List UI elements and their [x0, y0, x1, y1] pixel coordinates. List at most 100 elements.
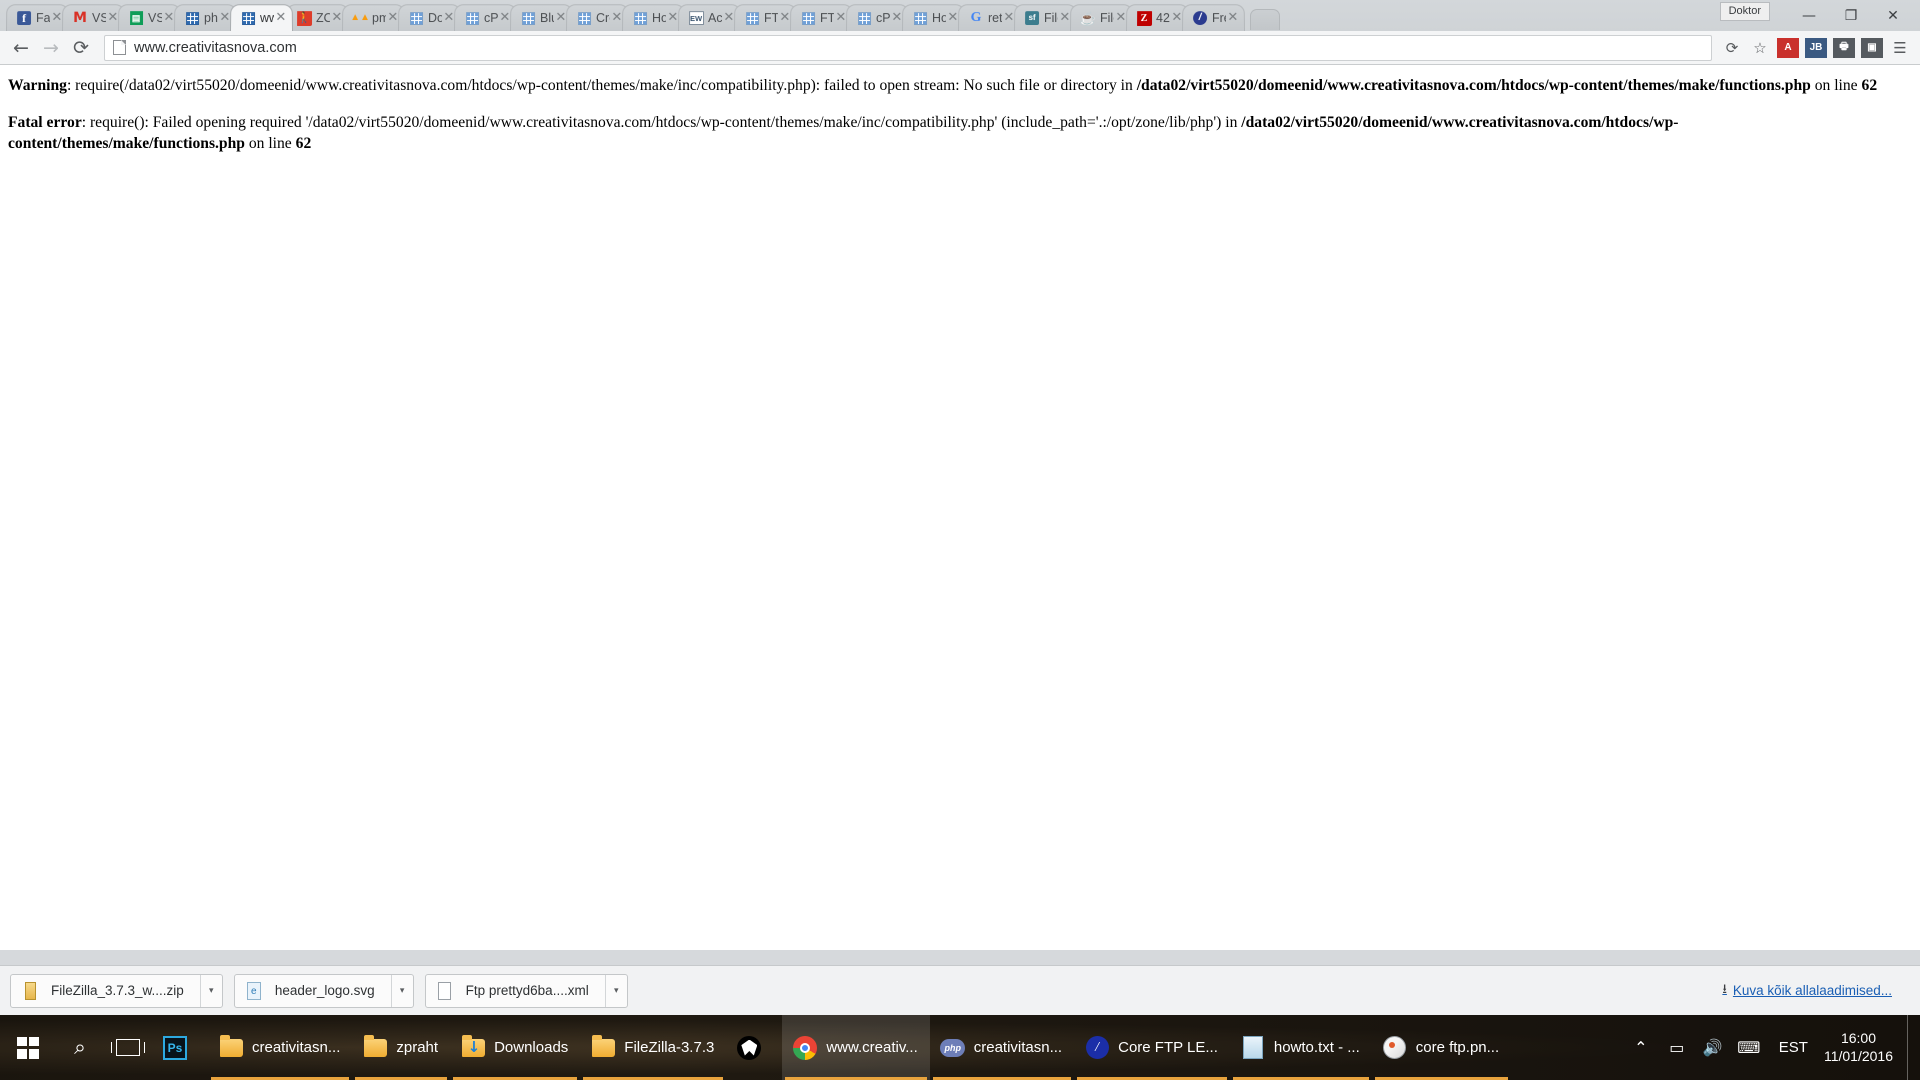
close-button[interactable]: ✕ [1872, 2, 1914, 30]
browser-tab[interactable]: cPa ✕ [454, 4, 517, 31]
show-desktop-button[interactable] [1907, 1015, 1914, 1080]
address-bar[interactable]: www.creativitasnova.com [104, 34, 1712, 61]
taskbar-app-label: core ftp.pn... [1415, 1039, 1500, 1056]
taskbar-app-button[interactable]: howto.txt - ... [1230, 1015, 1372, 1080]
download-shelf: FileZilla_3.7.3_w....zip ▾ e header_logo.sv… [0, 965, 1920, 1015]
taskbar-app-label: creativitasn... [973, 1039, 1063, 1056]
tab-title: Do [428, 11, 442, 26]
tab-title: Blu [540, 11, 554, 26]
taskbar-app-button[interactable]: creativitasn... [208, 1015, 352, 1080]
camera-extension-icon[interactable]: ▣ [1861, 37, 1883, 58]
page-info-icon[interactable] [113, 40, 126, 55]
browser-tab[interactable]: cPa ✕ [846, 4, 909, 31]
task-view-button[interactable] [104, 1015, 152, 1080]
search-icon: ⌕ [74, 1035, 86, 1059]
taskbar-app-button[interactable]: php creativitasn... [930, 1015, 1074, 1080]
browser-tab[interactable]: ▲▲ pm ✕ [342, 4, 405, 31]
bookmark-star-icon[interactable]: ☆ [1746, 34, 1774, 62]
back-button[interactable]: ← [6, 34, 36, 62]
browser-tab[interactable]: Z 42 ✕ [1126, 4, 1189, 31]
browser-tab[interactable]: FTF ✕ [790, 4, 853, 31]
tab-title: ww [260, 11, 274, 26]
clock[interactable]: 16:00 11/01/2016 [1820, 1030, 1907, 1065]
battery-icon[interactable]: ▭ [1659, 1015, 1695, 1080]
chrome-browser-window: f Fac ✕ M VS ✕ ▤ VS ✕ php ✕ ww ✕ 🚶 ZO ✕ ▲▲ pm ✕ Do ✕ cPa ✕ Blu ✕… [0, 0, 1920, 1015]
download-menu-caret-icon[interactable]: ▾ [199, 974, 222, 1007]
maximize-button[interactable]: ❐ [1830, 2, 1872, 30]
tab-close-icon[interactable]: ✕ [1226, 10, 1240, 25]
taskbar-search-button[interactable]: ⌕ [56, 1015, 104, 1080]
taskbar-app-button[interactable] [726, 1015, 782, 1080]
browser-tab[interactable]: php ✕ [174, 4, 237, 31]
taskbar-app-button[interactable]: / Core FTP LE... [1074, 1015, 1230, 1080]
tray-overflow-icon[interactable]: ⌃ [1623, 1015, 1659, 1080]
grid-icon [464, 10, 480, 26]
browser-tab[interactable]: Do ✕ [398, 4, 461, 31]
taskbar-app-button[interactable]: Ps [152, 1015, 208, 1080]
taskbar-app-label: Downloads [494, 1039, 569, 1056]
language-indicator[interactable]: EST [1767, 1039, 1820, 1056]
browser-tab[interactable]: Ho ✕ [622, 4, 685, 31]
browser-tab[interactable]: Gret ✕ [958, 4, 1021, 31]
system-tray: ⌃ ▭ 🔊 ⌨ EST 16:00 11/01/2016 [1623, 1015, 1920, 1080]
tab-close-icon[interactable]: ✕ [274, 10, 288, 25]
keyboard-icon[interactable]: ⌨ [1731, 1015, 1767, 1080]
browser-tab[interactable]: Ho ✕ [902, 4, 965, 31]
tab-title: VS [148, 11, 162, 26]
chrome-menu-icon[interactable]: ☰ [1886, 34, 1914, 62]
browser-tab[interactable]: Cre ✕ [566, 4, 629, 31]
taskbar-app-button[interactable]: core ftp.pn... [1372, 1015, 1511, 1080]
volume-icon[interactable]: 🔊 [1695, 1015, 1731, 1080]
taskbar-app-button[interactable]: www.creativ... [782, 1015, 930, 1080]
show-all-downloads-link[interactable]: ⭳ Kuva kõik allalaadimised... [1722, 980, 1892, 1002]
browser-tab[interactable]: / Fre ✕ [1182, 4, 1245, 31]
taskbar-app-label: howto.txt - ... [1273, 1039, 1360, 1056]
browser-tab[interactable]: ▤ VS ✕ [118, 4, 181, 31]
jsonview-extension-icon[interactable]: JB [1805, 37, 1827, 58]
browser-tab[interactable]: 🚶 ZO ✕ [286, 4, 349, 31]
download-menu-caret-icon[interactable]: ▾ [390, 974, 413, 1007]
taskbar-app-label: creativitasn... [252, 1039, 341, 1056]
adblock-extension-icon[interactable]: A [1777, 37, 1799, 58]
folder-icon [218, 1034, 244, 1061]
new-tab-button[interactable] [1250, 9, 1280, 30]
foobar2000-icon [736, 1035, 762, 1061]
browser-tab[interactable]: Blu ✕ [510, 4, 573, 31]
browser-tab[interactable]: f Fac ✕ [6, 4, 69, 31]
download-item[interactable]: Ftp prettyd6ba....xml ▾ [424, 973, 628, 1008]
task-view-icon [111, 1039, 145, 1056]
taskbar-app-label: Core FTP LE... [1118, 1039, 1218, 1056]
taskbar-app-label: FileZilla-3.7.3 [624, 1039, 715, 1056]
forward-button[interactable]: → [36, 34, 66, 62]
tab-title: pm [372, 11, 386, 26]
filezilla-icon: Z [1136, 10, 1152, 26]
zopim-runner-icon: 🚶 [296, 10, 312, 26]
browser-tab[interactable]: FTF ✕ [734, 4, 797, 31]
taskbar-app-button[interactable]: FileZilla-3.7.3 [580, 1015, 726, 1080]
browser-tab[interactable]: sf File ✕ [1014, 4, 1077, 31]
reload-button[interactable]: ⟳ [66, 34, 96, 62]
minimize-button[interactable]: — [1788, 2, 1830, 30]
paint-icon [1382, 1035, 1408, 1061]
taskbar-app-button[interactable]: zpraht [352, 1015, 450, 1080]
download-item[interactable]: e header_logo.svg ▾ [233, 973, 414, 1008]
download-menu-caret-icon[interactable]: ▾ [604, 974, 627, 1007]
browser-tab[interactable]: EW Ac ✕ [678, 4, 741, 31]
browser-tab[interactable]: ☕ File ✕ [1070, 4, 1133, 31]
php-error-output: Warning: require(/data02/virt55020/domee… [8, 76, 1912, 154]
php-error-segment: on line [1810, 77, 1862, 94]
php-error-message: Fatal error: require(): Failed opening r… [8, 113, 1912, 154]
browser-tab[interactable]: ww ✕ [230, 4, 293, 31]
start-button[interactable] [0, 1015, 56, 1080]
grid-icon [632, 10, 648, 26]
sync-icon[interactable]: ⟳ [1718, 34, 1746, 62]
browser-tab[interactable]: M VS ✕ [62, 4, 125, 31]
pma-icon: ▲▲ [352, 12, 369, 24]
download-item[interactable]: FileZilla_3.7.3_w....zip ▾ [10, 973, 223, 1008]
sourceforge-icon: sf [1024, 10, 1040, 26]
chrome-icon [792, 1035, 818, 1061]
address-bar-text: www.creativitasnova.com [134, 39, 297, 56]
taskbar-app-button[interactable]: ↓ Downloads [450, 1015, 580, 1080]
facebook-icon: f [16, 10, 32, 26]
printer-extension-icon[interactable]: 🖶 [1833, 37, 1855, 58]
